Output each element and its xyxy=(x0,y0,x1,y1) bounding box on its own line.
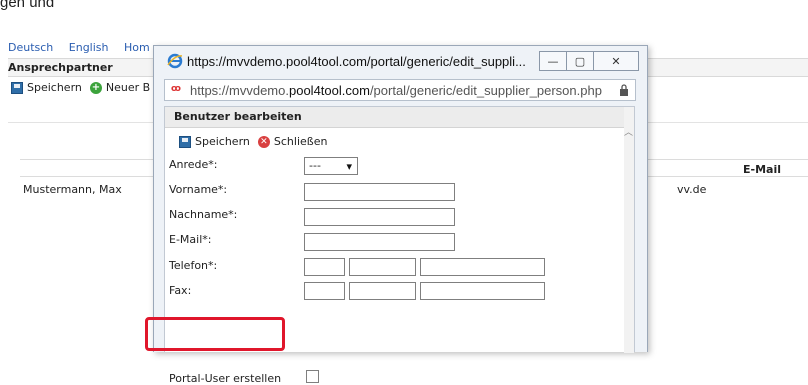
contact-row-email: vv.de xyxy=(677,183,707,196)
nachname-label: Nachname*: xyxy=(169,208,238,221)
form-header: Benutzer bearbeiten xyxy=(165,107,626,128)
scroll-up-icon[interactable]: ︿ xyxy=(624,125,633,138)
close-window-button[interactable]: ✕ xyxy=(593,51,639,71)
contact-row-name[interactable]: Mustermann, Max xyxy=(23,183,122,196)
site-icon: ꝏ xyxy=(171,84,181,94)
close-icon: ✕ xyxy=(257,135,270,148)
form-save-button[interactable]: Speichern xyxy=(179,135,250,148)
portal-user-highlight xyxy=(145,317,285,351)
address-url: https://mvvdemo.pool4tool.com/portal/gen… xyxy=(190,83,602,98)
column-header-email[interactable]: E-Mail xyxy=(743,163,781,176)
fax-country-input[interactable] xyxy=(304,282,345,300)
nachname-input[interactable] xyxy=(304,208,455,226)
window-controls: — ▢ ✕ xyxy=(539,51,639,71)
plus-icon: + xyxy=(89,81,102,94)
bg-save-button[interactable]: Speichern xyxy=(11,81,82,94)
fax-area-input[interactable] xyxy=(349,282,416,300)
home-link[interactable]: Hom xyxy=(124,41,150,54)
portal-user-checkbox[interactable] xyxy=(306,370,319,383)
email-input[interactable] xyxy=(304,233,455,251)
bg-save-label: Speichern xyxy=(27,81,82,94)
form-toolbar: Speichern ✕ Schließen xyxy=(179,135,335,148)
popup-title: https://mvvdemo.pool4tool.com/portal/gen… xyxy=(187,54,526,69)
document-text-fragment: gen und xyxy=(0,0,55,11)
save-icon xyxy=(179,135,191,148)
form-title: Benutzer bearbeiten xyxy=(174,110,302,123)
fax-label: Fax: xyxy=(169,284,192,297)
popup-titlebar[interactable]: https://mvvdemo.pool4tool.com/portal/gen… xyxy=(154,46,647,76)
section-title: Ansprechpartner xyxy=(8,61,113,74)
vorname-label: Vorname*: xyxy=(169,183,228,196)
save-icon xyxy=(11,81,23,94)
bg-new-button[interactable]: + Neuer B xyxy=(89,81,151,94)
chevron-down-icon: ▾ xyxy=(346,160,352,173)
edit-supplier-person-popup: https://mvvdemo.pool4tool.com/portal/gen… xyxy=(153,45,648,385)
form-close-label: Schließen xyxy=(273,135,328,148)
ie-browser-icon xyxy=(167,53,183,69)
telefon-number-input[interactable] xyxy=(420,258,545,276)
fax-number-input[interactable] xyxy=(420,282,545,300)
maximize-button[interactable]: ▢ xyxy=(566,51,594,71)
minimize-button[interactable]: — xyxy=(539,51,567,71)
language-links: Deutsch English Hom xyxy=(8,41,162,54)
lang-link-deutsch[interactable]: Deutsch xyxy=(8,41,53,54)
address-bar[interactable]: ꝏ https://mvvdemo.pool4tool.com/portal/g… xyxy=(164,79,636,101)
telefon-label: Telefon*: xyxy=(169,259,218,272)
background-toolbar: Speichern + Neuer B xyxy=(11,81,158,94)
vertical-scrollbar[interactable]: ︿ xyxy=(624,107,634,353)
telefon-country-input[interactable] xyxy=(304,258,345,276)
anrede-select[interactable]: --- ▾ xyxy=(304,157,358,175)
portal-user-label: Portal-User erstellen xyxy=(169,372,282,385)
form-close-button[interactable]: ✕ Schließen xyxy=(257,135,328,148)
bg-new-label: Neuer B xyxy=(105,81,151,94)
popup-content: Benutzer bearbeiten ︿ Speichern ✕ Schlie… xyxy=(164,106,635,385)
lang-link-english[interactable]: English xyxy=(69,41,109,54)
lock-icon xyxy=(620,84,628,96)
anrede-value: --- xyxy=(309,159,321,172)
vorname-input[interactable] xyxy=(304,183,455,201)
email-label: E-Mail*: xyxy=(169,233,212,246)
telefon-area-input[interactable] xyxy=(349,258,416,276)
anrede-label: Anrede*: xyxy=(169,158,218,171)
form-save-label: Speichern xyxy=(195,135,250,148)
